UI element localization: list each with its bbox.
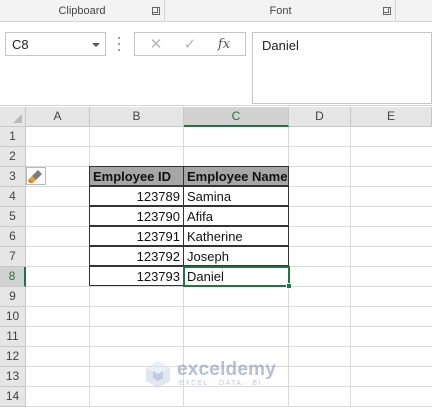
ribbon: Clipboard Font xyxy=(0,0,432,22)
row-header-7[interactable]: 7 xyxy=(0,247,26,267)
formula-buttons: ✕ ✓ fx xyxy=(134,32,246,56)
gridline xyxy=(26,306,432,307)
gridline xyxy=(350,127,351,407)
row-header-4[interactable]: 4 xyxy=(0,187,26,207)
row-header-3[interactable]: 3 xyxy=(0,167,26,187)
table-header-employee-id[interactable]: Employee ID xyxy=(89,166,184,186)
clipboard-dialog-launcher-icon[interactable] xyxy=(152,7,160,15)
column-header-c[interactable]: C xyxy=(184,107,289,127)
cancel-icon[interactable]: ✕ xyxy=(145,36,167,54)
ribbon-group-label: Font xyxy=(269,5,292,17)
watermark-name: exceldemy xyxy=(177,359,276,380)
row-header-8[interactable]: 8 xyxy=(0,267,26,287)
exceldemy-logo-icon xyxy=(146,361,170,388)
table-cell-id[interactable]: 123791 xyxy=(89,226,184,246)
font-dialog-launcher-icon[interactable] xyxy=(383,7,391,15)
insert-function-icon[interactable]: fx xyxy=(213,36,235,54)
resize-handle-icon[interactable] xyxy=(118,37,121,51)
row-header-6[interactable]: 6 xyxy=(0,227,26,247)
formula-input[interactable]: Daniel xyxy=(252,32,432,104)
table-cell-id[interactable]: 123789 xyxy=(89,186,184,206)
formula-input-value: Daniel xyxy=(262,38,299,53)
row-header-14[interactable]: 14 xyxy=(0,387,26,407)
table-header-employee-name[interactable]: Employee Name xyxy=(183,166,289,186)
row-header-2[interactable]: 2 xyxy=(0,147,26,167)
chevron-down-icon[interactable] xyxy=(92,43,100,47)
watermark-tagline: EXCEL · DATA · BI xyxy=(179,380,262,387)
row-header-5[interactable]: 5 xyxy=(0,207,26,227)
select-all-button[interactable] xyxy=(0,107,26,127)
row-header-9[interactable]: 9 xyxy=(0,287,26,307)
check-icon[interactable]: ✓ xyxy=(179,36,201,54)
column-header-d[interactable]: D xyxy=(289,107,351,127)
row-header-12[interactable]: 12 xyxy=(0,347,26,367)
table-cell-name[interactable]: Katherine xyxy=(183,226,289,246)
formula-bar: C8 ✕ ✓ fx Daniel xyxy=(0,22,432,106)
table-cell-name[interactable]: Samina xyxy=(183,186,289,206)
paintbrush-icon xyxy=(28,170,42,183)
paste-options-icon[interactable] xyxy=(26,167,46,185)
gridline xyxy=(26,146,432,147)
active-cell-selection[interactable] xyxy=(183,266,290,287)
column-header-b[interactable]: B xyxy=(90,107,184,127)
fill-handle[interactable] xyxy=(286,283,292,289)
row-header-11[interactable]: 11 xyxy=(0,327,26,347)
table-cell-id[interactable]: 123793 xyxy=(89,266,184,286)
column-header-e[interactable]: E xyxy=(351,107,432,127)
exceldemy-logo: exceldemy EXCEL · DATA · BI xyxy=(143,357,293,391)
name-box[interactable]: C8 xyxy=(5,32,106,56)
column-header-a[interactable]: A xyxy=(26,107,90,127)
table-cell-name[interactable]: Afifa xyxy=(183,206,289,226)
table-cell-name[interactable]: Joseph xyxy=(183,246,289,266)
row-header-10[interactable]: 10 xyxy=(0,307,26,327)
gridline xyxy=(26,346,432,347)
ribbon-group-clipboard: Clipboard xyxy=(0,0,165,22)
table-cell-id[interactable]: 123792 xyxy=(89,246,184,266)
row-header-13[interactable]: 13 xyxy=(0,367,26,387)
gridline xyxy=(26,326,432,327)
row-header-1[interactable]: 1 xyxy=(0,127,26,147)
ribbon-group-font: Font xyxy=(166,0,396,22)
name-box-value: C8 xyxy=(12,37,29,52)
ribbon-group-label: Clipboard xyxy=(58,5,106,17)
table-cell-id[interactable]: 123790 xyxy=(89,206,184,226)
